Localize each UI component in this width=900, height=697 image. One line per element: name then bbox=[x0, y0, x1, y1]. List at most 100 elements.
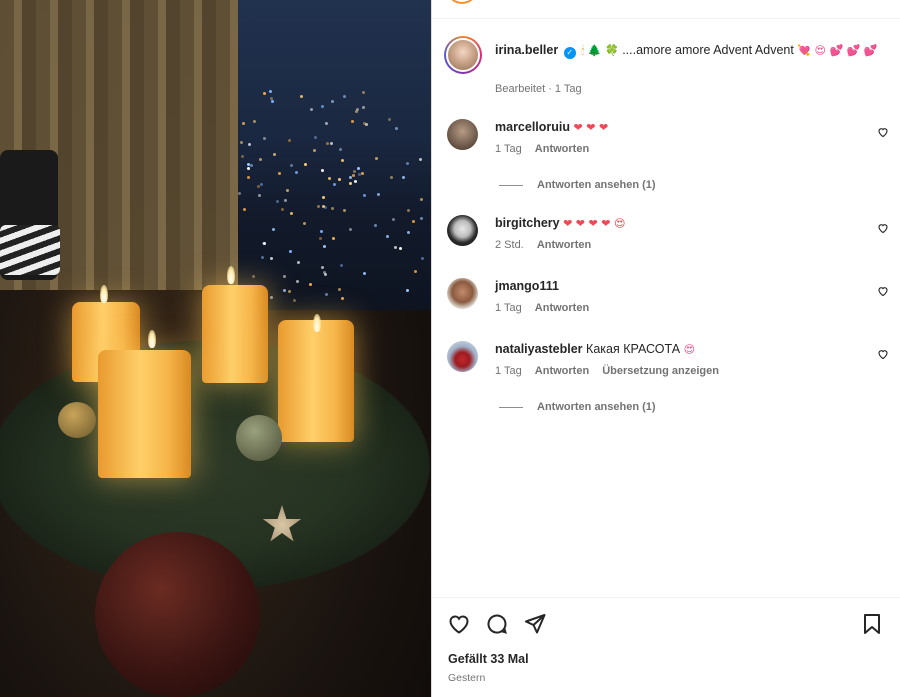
heart-icon[interactable] bbox=[877, 126, 889, 138]
city-light bbox=[289, 250, 292, 253]
caption-emoji-candle: 🕯 🌲 🍀 bbox=[581, 44, 619, 57]
city-light bbox=[290, 212, 293, 215]
flame-4 bbox=[148, 330, 156, 348]
city-light bbox=[270, 97, 273, 100]
heart-icon[interactable] bbox=[447, 612, 471, 636]
view-replies-button[interactable]: Antworten ansehen (1) bbox=[499, 179, 656, 191]
city-light bbox=[338, 288, 341, 291]
city-light bbox=[340, 264, 343, 267]
replies-divider bbox=[499, 406, 523, 408]
city-light bbox=[258, 194, 261, 197]
commenter-avatar[interactable] bbox=[447, 341, 478, 372]
likes-count[interactable]: Gefällt 33 Mal bbox=[448, 652, 529, 666]
city-light bbox=[243, 208, 246, 211]
city-light bbox=[281, 208, 284, 211]
city-light bbox=[349, 182, 352, 185]
replies-divider bbox=[499, 184, 523, 186]
window-city-view bbox=[238, 0, 431, 310]
translate-button[interactable]: Übersetzung anzeigen bbox=[602, 365, 719, 377]
candle-2 bbox=[202, 285, 268, 383]
city-light bbox=[406, 162, 409, 165]
city-light bbox=[362, 91, 365, 94]
commenter-avatar[interactable] bbox=[447, 278, 478, 309]
heart-icon[interactable] bbox=[877, 285, 889, 297]
city-light bbox=[388, 118, 391, 121]
flame-1 bbox=[100, 285, 108, 303]
city-light bbox=[309, 283, 312, 286]
comment-body: marcelloruiu ❤ ❤ ❤ bbox=[495, 119, 855, 136]
city-light bbox=[386, 235, 389, 238]
share-icon[interactable] bbox=[523, 612, 547, 636]
city-light bbox=[328, 177, 331, 180]
commenter-username[interactable]: jmango111 bbox=[495, 279, 559, 293]
reply-button[interactable]: Antworten bbox=[537, 239, 591, 251]
reply-button[interactable]: Antworten bbox=[535, 143, 589, 155]
view-replies-button[interactable]: Antworten ansehen (1) bbox=[499, 401, 656, 413]
city-light bbox=[351, 120, 354, 123]
commenter-username[interactable]: marcelloruiu bbox=[495, 120, 570, 134]
city-light bbox=[296, 280, 299, 283]
comment-meta: 1 Tag Antworten bbox=[495, 302, 599, 314]
green-bauble bbox=[236, 415, 282, 461]
city-light bbox=[407, 209, 410, 212]
comment-time: 1 Tag bbox=[495, 302, 522, 314]
tangerine-ornament bbox=[58, 402, 96, 438]
city-light bbox=[313, 149, 316, 152]
city-light bbox=[357, 167, 360, 170]
author-username[interactable]: irina.beller bbox=[495, 43, 558, 57]
city-light bbox=[288, 139, 291, 142]
reply-button[interactable]: Antworten bbox=[535, 365, 589, 377]
bookmark-icon[interactable] bbox=[860, 612, 884, 636]
city-light bbox=[412, 220, 415, 223]
comment-meta: 1 Tag Antworten Übersetzung anzeigen bbox=[495, 365, 729, 377]
post-photo[interactable] bbox=[0, 0, 431, 697]
city-light bbox=[331, 100, 334, 103]
heart-icon[interactable] bbox=[877, 348, 889, 360]
commenter-avatar[interactable] bbox=[447, 119, 478, 150]
commenter-avatar[interactable] bbox=[447, 215, 478, 246]
city-light bbox=[399, 247, 402, 250]
city-light bbox=[293, 299, 296, 302]
comment-body: nataliyastebler Какая КРАСОТА 😍 bbox=[495, 341, 855, 358]
city-light bbox=[406, 289, 409, 292]
header-avatar-ring[interactable] bbox=[446, 0, 478, 4]
post-side-panel: irina.beller ✓ 🕯 🌲 🍀 ....amore amore Adv… bbox=[431, 0, 900, 697]
reply-button[interactable]: Antworten bbox=[535, 302, 589, 314]
candle-3 bbox=[278, 320, 354, 442]
city-light bbox=[241, 155, 244, 158]
city-light bbox=[377, 193, 380, 196]
city-light bbox=[407, 231, 410, 234]
commenter-username[interactable]: birgitchery bbox=[495, 216, 560, 230]
city-light bbox=[414, 270, 417, 273]
city-light bbox=[288, 290, 291, 293]
city-light bbox=[362, 106, 365, 109]
city-light bbox=[322, 196, 325, 199]
city-light bbox=[420, 217, 423, 220]
city-light bbox=[321, 169, 324, 172]
comment-emojis: ❤ ❤ ❤ ❤ 😍 bbox=[563, 217, 626, 230]
city-light bbox=[238, 192, 241, 195]
comment-emojis: ❤ ❤ ❤ bbox=[573, 121, 609, 134]
city-light bbox=[331, 207, 334, 210]
city-light bbox=[419, 158, 422, 161]
commenter-username[interactable]: nataliyastebler bbox=[495, 342, 583, 356]
zebra-cushion bbox=[0, 225, 60, 275]
city-light bbox=[259, 158, 262, 161]
city-light bbox=[263, 137, 266, 140]
city-light bbox=[341, 159, 344, 162]
city-light bbox=[363, 194, 366, 197]
city-light bbox=[242, 122, 245, 125]
city-light bbox=[402, 176, 405, 179]
city-light bbox=[272, 228, 275, 231]
city-light bbox=[355, 110, 358, 113]
city-light bbox=[330, 142, 333, 145]
city-light bbox=[240, 141, 243, 144]
city-light bbox=[317, 205, 320, 208]
city-light bbox=[358, 173, 361, 176]
city-light bbox=[250, 164, 253, 167]
comment-icon[interactable] bbox=[485, 612, 509, 636]
author-avatar[interactable] bbox=[444, 36, 482, 74]
heart-icon[interactable] bbox=[877, 222, 889, 234]
city-light bbox=[321, 266, 324, 269]
city-light bbox=[252, 275, 255, 278]
